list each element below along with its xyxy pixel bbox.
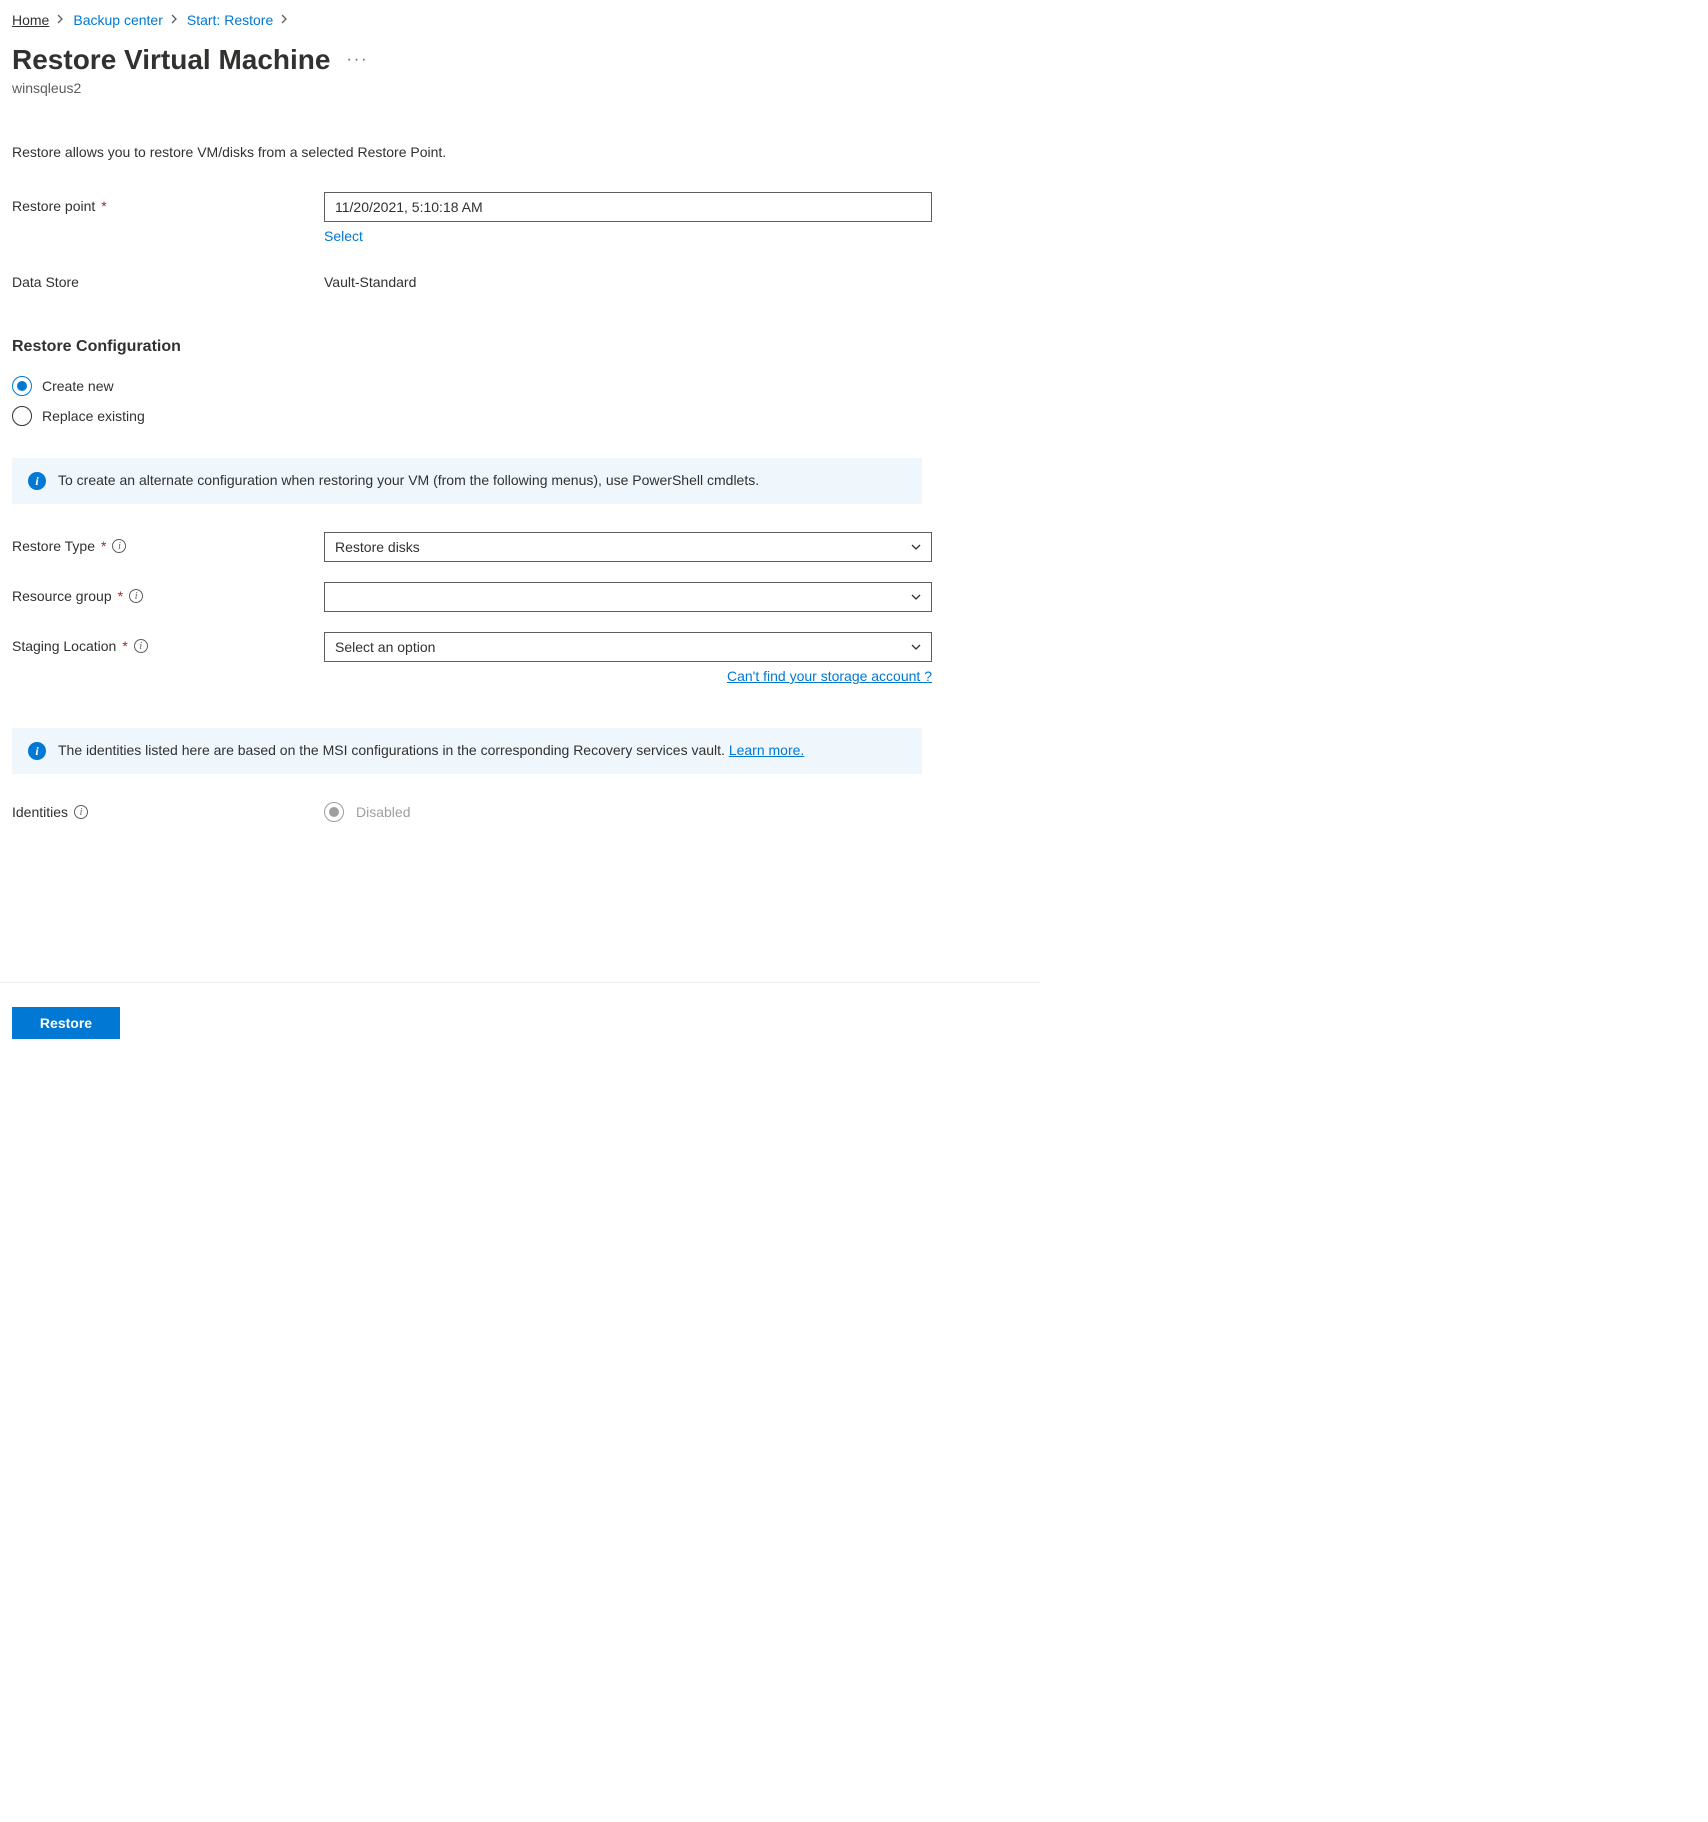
staging-location-label: Staging Location * i bbox=[12, 632, 324, 654]
info-box-text: The identities listed here are based on … bbox=[58, 742, 804, 758]
restore-button[interactable]: Restore bbox=[12, 1007, 120, 1039]
page-title: Restore Virtual Machine bbox=[12, 44, 330, 76]
required-indicator: * bbox=[101, 198, 106, 214]
info-icon: i bbox=[28, 742, 46, 760]
radio-replace-existing[interactable]: Replace existing bbox=[12, 406, 932, 426]
required-indicator: * bbox=[118, 588, 123, 604]
radio-create-new[interactable]: Create new bbox=[12, 376, 932, 396]
radio-icon bbox=[12, 376, 32, 396]
breadcrumb-backup-center[interactable]: Backup center bbox=[73, 12, 163, 28]
breadcrumb-start-restore[interactable]: Start: Restore bbox=[187, 12, 273, 28]
staging-location-select[interactable] bbox=[324, 632, 932, 662]
restore-config-radio-group: Create new Replace existing bbox=[12, 376, 932, 426]
breadcrumb: Home Backup center Start: Restore bbox=[12, 12, 1028, 28]
info-box-text: To create an alternate configuration whe… bbox=[58, 472, 759, 488]
info-icon[interactable]: i bbox=[112, 539, 126, 553]
restore-point-label: Restore point * bbox=[12, 192, 324, 214]
chevron-right-icon bbox=[57, 13, 65, 27]
data-store-value: Vault-Standard bbox=[324, 268, 932, 290]
resource-group-select[interactable] bbox=[324, 582, 932, 612]
restore-point-select-link[interactable]: Select bbox=[324, 228, 363, 244]
resource-group-label: Resource group * i bbox=[12, 582, 324, 604]
required-indicator: * bbox=[122, 638, 127, 654]
info-box-alt-config: i To create an alternate configuration w… bbox=[12, 458, 922, 504]
restore-type-label: Restore Type * i bbox=[12, 532, 324, 554]
info-icon: i bbox=[28, 472, 46, 490]
storage-account-help-link[interactable]: Can't find your storage account ? bbox=[727, 668, 932, 684]
chevron-right-icon bbox=[281, 13, 289, 27]
radio-icon bbox=[12, 406, 32, 426]
data-store-label: Data Store bbox=[12, 268, 324, 290]
page-description: Restore allows you to restore VM/disks f… bbox=[12, 144, 1028, 160]
radio-create-new-label: Create new bbox=[42, 378, 114, 394]
more-actions-button[interactable]: ··· bbox=[346, 51, 368, 69]
info-icon[interactable]: i bbox=[129, 589, 143, 603]
restore-point-input[interactable] bbox=[324, 192, 932, 222]
identities-disabled-label: Disabled bbox=[356, 804, 410, 820]
info-icon[interactable]: i bbox=[134, 639, 148, 653]
radio-disabled-icon bbox=[324, 802, 344, 822]
required-indicator: * bbox=[101, 538, 106, 554]
info-icon[interactable]: i bbox=[74, 805, 88, 819]
page-subtitle: winsqleus2 bbox=[12, 80, 1028, 96]
chevron-right-icon bbox=[171, 13, 179, 27]
learn-more-link[interactable]: Learn more. bbox=[729, 742, 804, 758]
info-box-identities: i The identities listed here are based o… bbox=[12, 728, 922, 774]
identities-label: Identities i bbox=[12, 804, 324, 820]
radio-replace-existing-label: Replace existing bbox=[42, 408, 145, 424]
restore-configuration-heading: Restore Configuration bbox=[12, 338, 932, 356]
restore-type-select[interactable] bbox=[324, 532, 932, 562]
footer: Restore bbox=[0, 982, 1040, 1039]
breadcrumb-home[interactable]: Home bbox=[12, 12, 49, 28]
